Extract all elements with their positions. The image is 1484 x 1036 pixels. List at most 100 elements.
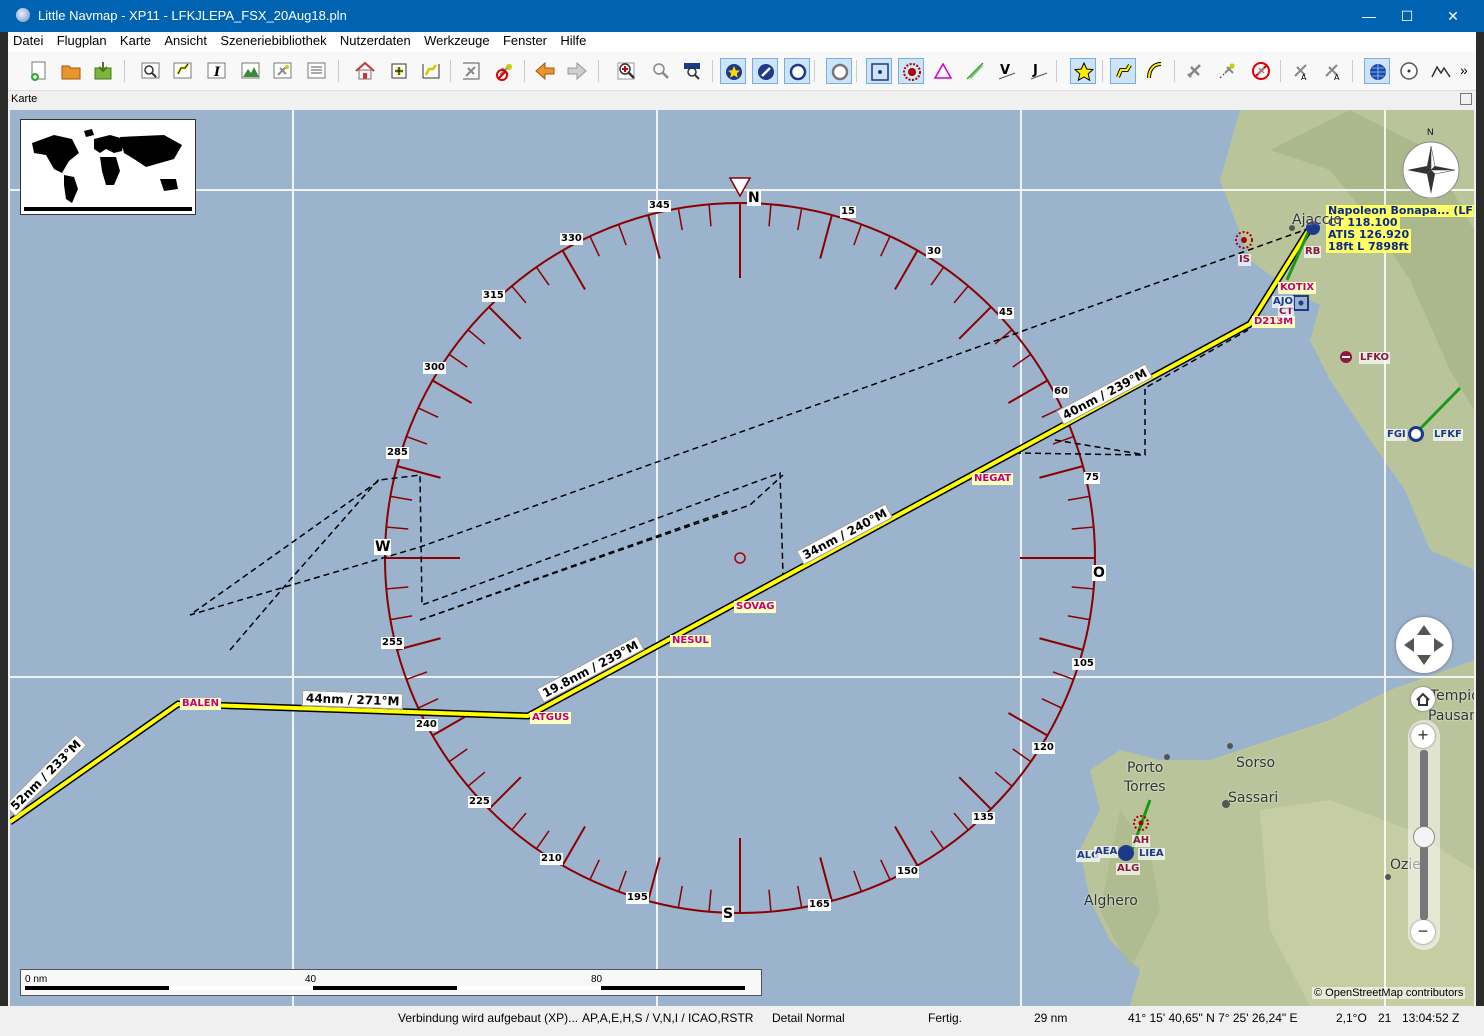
legend-icon[interactable] <box>304 58 330 84</box>
waypoint-label[interactable]: BALEN <box>180 698 221 710</box>
compass-tick <box>390 615 413 621</box>
show-aircraft-track-icon[interactable] <box>1214 58 1240 84</box>
compass-degree-label: 315 <box>482 290 505 302</box>
compass-tick <box>417 407 439 418</box>
close-button[interactable]: ✕ <box>1430 0 1476 32</box>
show-airports-icon[interactable] <box>720 58 746 84</box>
map-attribution[interactable]: © OpenStreetMap contributors <box>1312 987 1466 999</box>
compass-rose <box>384 202 1096 914</box>
town-tempio: Tempio <box>1430 688 1474 704</box>
info-icon[interactable]: I <box>204 58 230 84</box>
back-arrow-icon[interactable] <box>532 58 558 84</box>
zoom-out-button[interactable]: − <box>1411 920 1435 944</box>
clear-selection-icon[interactable] <box>492 58 518 84</box>
waypoint-label[interactable]: NEGAT <box>972 473 1014 485</box>
forward-arrow-icon[interactable] <box>564 58 590 84</box>
compass-tick <box>1052 671 1074 681</box>
menu-ansicht[interactable]: Ansicht <box>159 32 212 50</box>
waypoint-label[interactable]: NESUL <box>670 635 711 647</box>
compass-degree-label: 120 <box>1032 742 1055 754</box>
show-aircraft-icon[interactable] <box>1182 58 1208 84</box>
maximize-button[interactable]: ☐ <box>1384 0 1430 32</box>
compass-tick <box>853 224 863 246</box>
toolbar-more-button[interactable]: » <box>1460 62 1468 78</box>
compass-tick <box>1007 379 1048 404</box>
pan-control[interactable] <box>1396 617 1452 673</box>
menu-fenster[interactable]: Fenster <box>498 32 552 50</box>
menu-flugplan[interactable]: Flugplan <box>52 32 112 50</box>
map-view[interactable]: N O S W 15 30 45 60 75 105 120 135 150 165 195 210 225 24… <box>10 110 1474 1006</box>
main-toolbar: I V J A A » <box>8 52 1476 91</box>
center-map-icon[interactable] <box>386 58 412 84</box>
waypoint-label[interactable]: ATGUS <box>530 712 572 724</box>
zoom-in-button[interactable]: + <box>1411 724 1435 748</box>
show-ai-ships-icon[interactable]: A <box>1320 58 1346 84</box>
waypoint-label[interactable]: KOTIX <box>1278 282 1317 294</box>
show-ndb-icon[interactable] <box>898 58 924 84</box>
lfkf-label[interactable]: LFKF <box>1433 429 1463 441</box>
show-route-icon[interactable] <box>1110 58 1136 84</box>
open-folder-icon[interactable] <box>58 58 84 84</box>
undock-icon[interactable] <box>1460 93 1472 105</box>
show-ai-aircraft-icon[interactable]: A <box>1288 58 1314 84</box>
center-flightplan-icon[interactable] <box>418 58 444 84</box>
home-icon[interactable] <box>352 58 378 84</box>
status-detail: Detail Normal <box>772 1011 845 1025</box>
waypoint-label[interactable]: SOVAG <box>734 601 777 613</box>
lfkj-runway-info: 18ft L 7898ft <box>1326 240 1411 253</box>
compass-tick <box>930 830 945 850</box>
compass-tick <box>467 329 486 345</box>
show-victor-airways-icon[interactable]: V <box>994 58 1020 84</box>
liea-label[interactable]: LIEA <box>1138 848 1165 860</box>
menu-werkzeuge[interactable]: Werkzeuge <box>419 32 495 50</box>
compass-tick <box>880 235 891 257</box>
center-aircraft-icon[interactable] <box>458 58 484 84</box>
svg-text:A: A <box>1301 73 1307 82</box>
zoom-handle[interactable] <box>1413 826 1435 848</box>
menu-datei[interactable]: Datei <box>8 32 48 50</box>
menu-szeneriebibliothek[interactable]: Szeneriebibliothek <box>215 32 331 50</box>
menu-hilfe[interactable]: Hilfe <box>555 32 591 50</box>
save-icon[interactable] <box>90 58 116 84</box>
show-soft-airports-icon[interactable] <box>752 58 778 84</box>
show-addon-airports-icon[interactable] <box>826 58 852 84</box>
show-mountains-icon[interactable] <box>1428 58 1454 84</box>
show-jet-airways-icon[interactable]: J <box>1026 58 1052 84</box>
compass-tick <box>797 208 803 231</box>
search-icon[interactable] <box>138 58 164 84</box>
show-waypoints-icon[interactable] <box>930 58 956 84</box>
show-grid-icon[interactable] <box>1364 58 1390 84</box>
title-bar: Little Navmap - XP11 - LFKJLEPA_FSX_20Au… <box>0 0 1484 32</box>
flightplan-list-icon[interactable] <box>170 58 196 84</box>
compass-tick <box>994 329 1013 345</box>
ndb-is-label: IS <box>1238 254 1251 266</box>
compass-tick <box>708 204 712 227</box>
zoom-slider[interactable]: + − <box>1408 720 1440 950</box>
lfko-label[interactable]: LFKO <box>1359 352 1391 364</box>
zoom-in-icon[interactable] <box>614 58 640 84</box>
new-flightplan-icon[interactable] <box>26 58 52 84</box>
menu-karte[interactable]: Karte <box>115 32 156 50</box>
compass-tick <box>677 885 683 908</box>
zoom-out-icon[interactable] <box>648 58 674 84</box>
show-compass-rose-icon[interactable] <box>1396 58 1422 84</box>
show-empty-airports-icon[interactable] <box>784 58 810 84</box>
status-filter: AP,A,E,H,S / V,N,I / ICAO,RSTR <box>582 1011 754 1025</box>
delete-track-icon[interactable] <box>1248 58 1274 84</box>
overview-map[interactable] <box>20 119 196 215</box>
zoom-rectangle-icon[interactable] <box>680 58 706 84</box>
elevation-profile-icon[interactable] <box>238 58 264 84</box>
menu-nutzerdaten[interactable]: Nutzerdaten <box>335 32 416 50</box>
show-ils-icon[interactable] <box>962 58 988 84</box>
home-view-button[interactable] <box>1411 687 1435 711</box>
compass-south-label: S <box>722 906 735 922</box>
map-dock-title: Karte <box>11 93 38 105</box>
aircraft-window-icon[interactable] <box>270 58 296 84</box>
status-day: 21 <box>1378 1011 1392 1025</box>
town-alghero: Alghero <box>1084 893 1138 909</box>
show-userpoints-icon[interactable] <box>1070 58 1096 84</box>
compass-tick <box>958 306 992 340</box>
compass-tick <box>930 266 945 286</box>
show-missed-approach-icon[interactable] <box>1142 58 1168 84</box>
show-vor-icon[interactable] <box>866 58 892 84</box>
